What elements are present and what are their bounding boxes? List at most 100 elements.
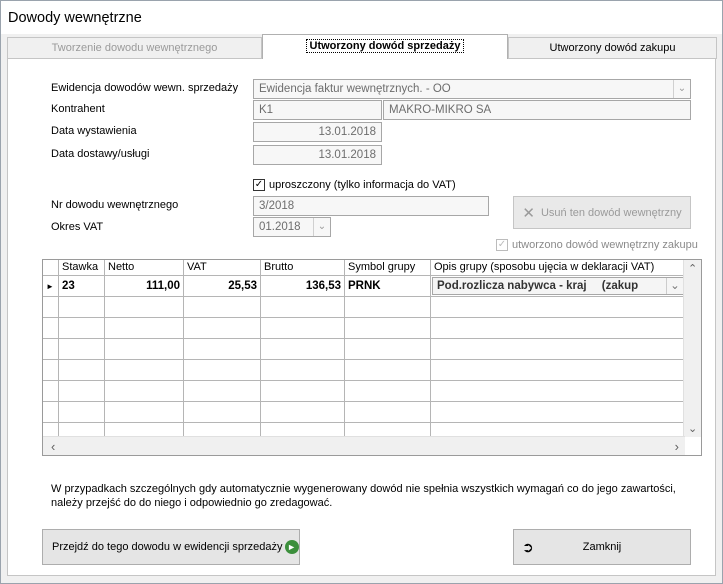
zakup-utworzony-label: utworzono dowód wewnętrzny zakupu <box>512 239 698 251</box>
table-row[interactable] <box>43 381 685 402</box>
cell-symbol[interactable]: PRNK <box>345 276 431 297</box>
horizontal-scrollbar[interactable]: ‹ › <box>43 436 685 455</box>
row-indicator <box>43 297 59 318</box>
chevron-down-icon[interactable]: ⌄ <box>673 80 690 98</box>
cell-empty[interactable] <box>184 402 261 423</box>
cell-empty[interactable] <box>261 402 345 423</box>
table-row[interactable] <box>43 402 685 423</box>
scroll-down-icon[interactable]: ⌄ <box>688 422 697 435</box>
cell-empty[interactable] <box>105 381 184 402</box>
cell-empty[interactable] <box>105 318 184 339</box>
cell-empty[interactable] <box>431 381 685 402</box>
scroll-left-icon[interactable]: ‹ <box>51 439 55 454</box>
cell-empty[interactable] <box>261 297 345 318</box>
cell-empty[interactable] <box>59 297 105 318</box>
col-symbol[interactable]: Symbol grupy <box>345 260 431 276</box>
col-stawka[interactable]: Stawka <box>59 260 105 276</box>
cell-empty[interactable] <box>59 360 105 381</box>
cell-stawka[interactable]: 23 <box>59 276 105 297</box>
cell-empty[interactable] <box>59 318 105 339</box>
uproszczony-checkbox[interactable]: ✓ <box>253 179 265 191</box>
scroll-up-icon[interactable]: ⌃ <box>688 262 697 275</box>
zamknij-button[interactable]: ➲ Zamknij <box>513 529 691 565</box>
cell-empty[interactable] <box>59 381 105 402</box>
uproszczony-label: uproszczony (tylko informacja do VAT) <box>269 179 456 191</box>
cell-brutto[interactable]: 136,53 <box>261 276 345 297</box>
cell-empty[interactable] <box>105 423 184 437</box>
cell-empty[interactable] <box>431 360 685 381</box>
okres-vat-label: Okres VAT <box>51 221 104 233</box>
cell-empty[interactable] <box>261 318 345 339</box>
row-indicator <box>43 339 59 360</box>
dialog-body: Tworzenie dowodu wewnętrznego Utworzony … <box>4 34 719 580</box>
cell-empty[interactable] <box>431 402 685 423</box>
ewidencja-select[interactable]: Ewidencja faktur wewnętrznych. - OO ⌄ <box>253 79 691 99</box>
cell-empty[interactable] <box>261 360 345 381</box>
arrow-right-circle-icon: ► <box>284 540 299 554</box>
ewidencja-label: Ewidencja dowodów wewn. sprzedaży <box>51 82 239 94</box>
cell-empty[interactable] <box>59 339 105 360</box>
scroll-right-icon[interactable]: › <box>675 439 679 454</box>
table-row[interactable] <box>43 423 685 437</box>
exit-door-icon: ➲ <box>522 539 534 555</box>
table-row[interactable] <box>43 360 685 381</box>
usun-dowod-button[interactable]: ✕ Usuń ten dowód wewnętrzny <box>513 196 691 229</box>
row-indicator <box>43 423 59 437</box>
col-vat[interactable]: VAT <box>184 260 261 276</box>
tab-dowod-sprzedazy[interactable]: Utworzony dowód sprzedaży <box>262 34 508 59</box>
nr-dowodu-field[interactable]: 3/2018 <box>253 196 489 216</box>
cell-empty[interactable] <box>261 339 345 360</box>
cell-empty[interactable] <box>105 402 184 423</box>
cell-empty[interactable] <box>345 423 431 437</box>
cell-empty[interactable] <box>105 297 184 318</box>
okres-vat-select[interactable]: 01.2018 ⌄ <box>253 217 331 237</box>
cell-empty[interactable] <box>431 339 685 360</box>
tab-tworzenie-label: Tworzenie dowodu wewnętrznego <box>51 42 218 54</box>
col-netto[interactable]: Netto <box>105 260 184 276</box>
cell-empty[interactable] <box>345 402 431 423</box>
vat-grid[interactable]: Stawka Netto VAT Brutto Symbol grupy Opi… <box>42 259 702 456</box>
cell-empty[interactable] <box>184 297 261 318</box>
cell-empty[interactable] <box>345 339 431 360</box>
col-opis[interactable]: Opis grupy (sposobu ujęcia w deklaracji … <box>431 260 685 276</box>
data-wystawienia-field[interactable]: 13.01.2018 <box>253 122 382 142</box>
cell-empty[interactable] <box>345 381 431 402</box>
cell-empty[interactable] <box>184 339 261 360</box>
cell-empty[interactable] <box>431 318 685 339</box>
table-row[interactable]: ► 23 111,00 25,53 136,53 PRNK Pod.rozlic… <box>43 276 685 297</box>
col-brutto[interactable]: Brutto <box>261 260 345 276</box>
cell-empty[interactable] <box>184 381 261 402</box>
przejdz-button[interactable]: Przejdź do tego dowodu w ewidencji sprze… <box>42 529 300 565</box>
cell-empty[interactable] <box>431 297 685 318</box>
chevron-down-icon[interactable]: ⌄ <box>313 218 330 236</box>
kontrahent-code-field[interactable]: K1 <box>253 100 382 120</box>
opis-combo[interactable]: Pod.rozlicza nabywca - kraj (zakup ⌄ <box>432 277 684 295</box>
tab-dowod-zakupu[interactable]: Utworzony dowód zakupu <box>508 37 717 59</box>
cell-empty[interactable] <box>345 318 431 339</box>
cell-empty[interactable] <box>261 381 345 402</box>
table-row[interactable] <box>43 297 685 318</box>
cell-empty[interactable] <box>184 423 261 437</box>
cell-vat[interactable]: 25,53 <box>184 276 261 297</box>
cell-empty[interactable] <box>105 339 184 360</box>
chevron-down-icon[interactable]: ⌄ <box>666 278 683 294</box>
cell-empty[interactable] <box>105 360 184 381</box>
table-row[interactable] <box>43 318 685 339</box>
cell-empty[interactable] <box>345 297 431 318</box>
table-row[interactable] <box>43 339 685 360</box>
cell-empty[interactable] <box>184 360 261 381</box>
cell-empty[interactable] <box>345 360 431 381</box>
info-line-1: W przypadkach szczególnych gdy automatyc… <box>51 483 676 495</box>
cell-empty[interactable] <box>59 402 105 423</box>
cell-empty[interactable] <box>261 423 345 437</box>
cell-empty[interactable] <box>59 423 105 437</box>
cell-empty[interactable] <box>184 318 261 339</box>
kontrahent-name-field[interactable]: MAKRO-MIKRO SA <box>383 100 691 120</box>
zakup-utworzony-checkbox[interactable]: ✓ <box>496 239 508 251</box>
tab-tworzenie[interactable]: Tworzenie dowodu wewnętrznego <box>7 37 262 59</box>
cell-opis[interactable]: Pod.rozlicza nabywca - kraj (zakup ⌄ <box>431 276 685 297</box>
cell-empty[interactable] <box>431 423 685 437</box>
data-dostawy-field[interactable]: 13.01.2018 <box>253 145 382 165</box>
vertical-scrollbar[interactable]: ⌃ ⌄ <box>683 260 701 437</box>
cell-netto[interactable]: 111,00 <box>105 276 184 297</box>
